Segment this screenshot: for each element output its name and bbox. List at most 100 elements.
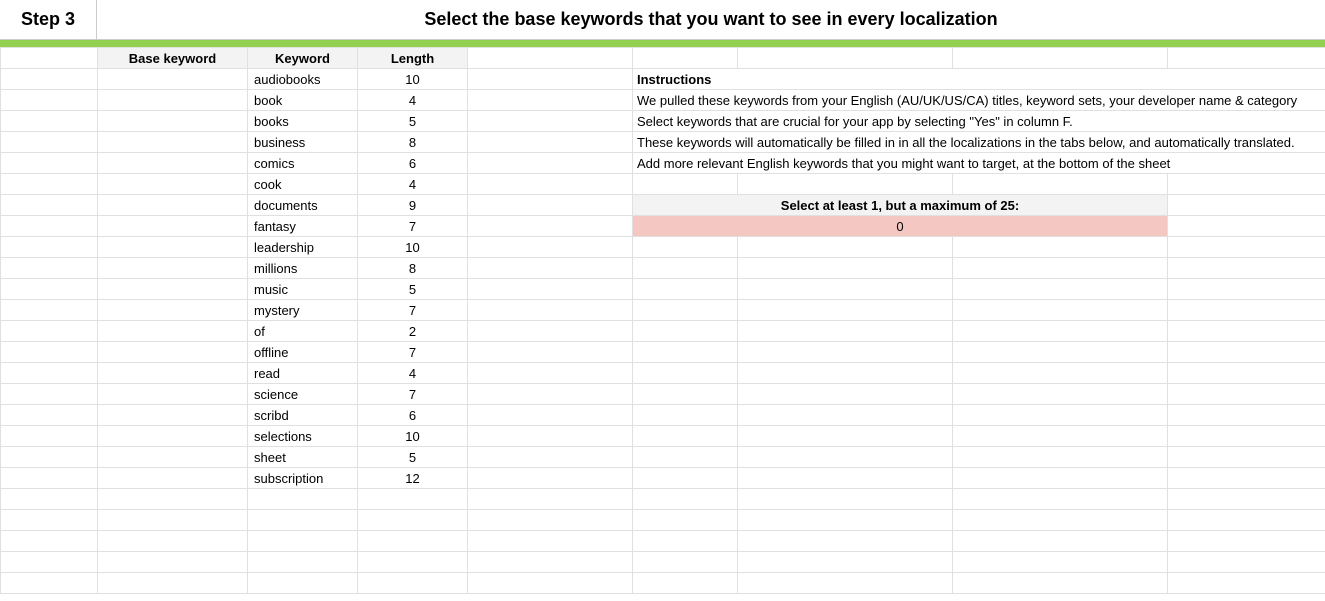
cell[interactable] [738,363,953,384]
cell[interactable] [953,468,1168,489]
table-row[interactable] [1,552,1325,573]
keyword-cell[interactable]: audiobooks [248,69,358,90]
cell[interactable] [1,216,98,237]
keyword-cell[interactable]: business [248,132,358,153]
cell[interactable] [738,321,953,342]
cell[interactable] [468,258,633,279]
length-cell[interactable]: 8 [358,258,468,279]
cell[interactable] [633,363,738,384]
dropdown-icon[interactable] [248,455,249,460]
base-keyword-cell[interactable] [98,279,248,300]
cell[interactable] [738,405,953,426]
cell[interactable] [953,573,1168,594]
length-cell[interactable]: 7 [358,216,468,237]
dropdown-icon[interactable] [248,392,249,397]
table-row[interactable] [1,573,1325,594]
keyword-cell[interactable]: comics [248,153,358,174]
cell[interactable] [468,153,633,174]
table-row[interactable]: science7 [1,384,1325,405]
base-keyword-cell[interactable] [98,384,248,405]
length-cell[interactable]: 6 [358,153,468,174]
cell[interactable] [468,237,633,258]
cell[interactable] [738,384,953,405]
dropdown-icon[interactable] [248,539,249,544]
length-cell[interactable] [358,510,468,531]
cell[interactable] [633,426,738,447]
keyword-cell[interactable] [248,510,358,531]
cell[interactable] [468,552,633,573]
keyword-cell[interactable] [248,573,358,594]
base-keyword-cell[interactable] [98,468,248,489]
cell[interactable] [738,237,953,258]
cell[interactable] [1168,573,1325,594]
keyword-cell[interactable]: millions [248,258,358,279]
cell[interactable] [1,468,98,489]
base-keyword-cell[interactable] [98,489,248,510]
cell[interactable] [468,48,633,69]
keyword-cell[interactable]: book [248,90,358,111]
length-cell[interactable]: 9 [358,195,468,216]
cell[interactable] [738,468,953,489]
cell[interactable] [738,426,953,447]
cell[interactable] [1,363,98,384]
cell[interactable] [633,279,738,300]
cell[interactable] [1168,174,1325,195]
table-row[interactable]: subscription12 [1,468,1325,489]
keyword-cell[interactable]: fantasy [248,216,358,237]
keyword-cell[interactable]: selections [248,426,358,447]
cell[interactable] [1,111,98,132]
dropdown-icon[interactable] [248,476,249,481]
cell[interactable] [1,279,98,300]
table-row[interactable]: leadership10 [1,237,1325,258]
cell[interactable] [953,237,1168,258]
cell[interactable] [953,447,1168,468]
length-cell[interactable]: 5 [358,279,468,300]
cell[interactable] [738,573,953,594]
cell[interactable] [1,405,98,426]
cell[interactable] [468,510,633,531]
table-row[interactable] [1,531,1325,552]
length-cell[interactable] [358,552,468,573]
cell[interactable] [953,174,1168,195]
cell[interactable] [1,321,98,342]
length-cell[interactable]: 12 [358,468,468,489]
cell[interactable] [633,237,738,258]
table-row[interactable]: mystery7 [1,300,1325,321]
keyword-cell[interactable]: cook [248,174,358,195]
cell[interactable] [953,531,1168,552]
length-cell[interactable] [358,489,468,510]
table-row[interactable]: comics6Add more relevant English keyword… [1,153,1325,174]
cell[interactable] [468,216,633,237]
keyword-cell[interactable]: read [248,363,358,384]
dropdown-icon[interactable] [248,266,249,271]
cell[interactable] [633,321,738,342]
table-row[interactable] [1,510,1325,531]
length-cell[interactable]: 5 [358,447,468,468]
cell[interactable] [468,300,633,321]
cell[interactable] [738,531,953,552]
dropdown-icon[interactable] [248,140,249,145]
cell[interactable] [1,384,98,405]
length-cell[interactable]: 6 [358,405,468,426]
cell[interactable] [953,300,1168,321]
cell[interactable] [468,573,633,594]
cell[interactable] [468,468,633,489]
cell[interactable] [468,342,633,363]
keyword-cell[interactable]: science [248,384,358,405]
base-keyword-cell[interactable] [98,342,248,363]
base-keyword-cell[interactable] [98,195,248,216]
cell[interactable] [738,279,953,300]
base-keyword-cell[interactable] [98,510,248,531]
base-keyword-cell[interactable] [98,153,248,174]
cell[interactable] [738,174,953,195]
cell[interactable] [468,489,633,510]
base-keyword-cell[interactable] [98,174,248,195]
dropdown-icon[interactable] [248,434,249,439]
cell[interactable] [953,279,1168,300]
cell[interactable] [1,552,98,573]
base-keyword-cell[interactable] [98,321,248,342]
cell[interactable] [633,258,738,279]
cell[interactable] [1168,363,1325,384]
cell[interactable] [1168,195,1325,216]
col-length[interactable]: Length [358,48,468,69]
